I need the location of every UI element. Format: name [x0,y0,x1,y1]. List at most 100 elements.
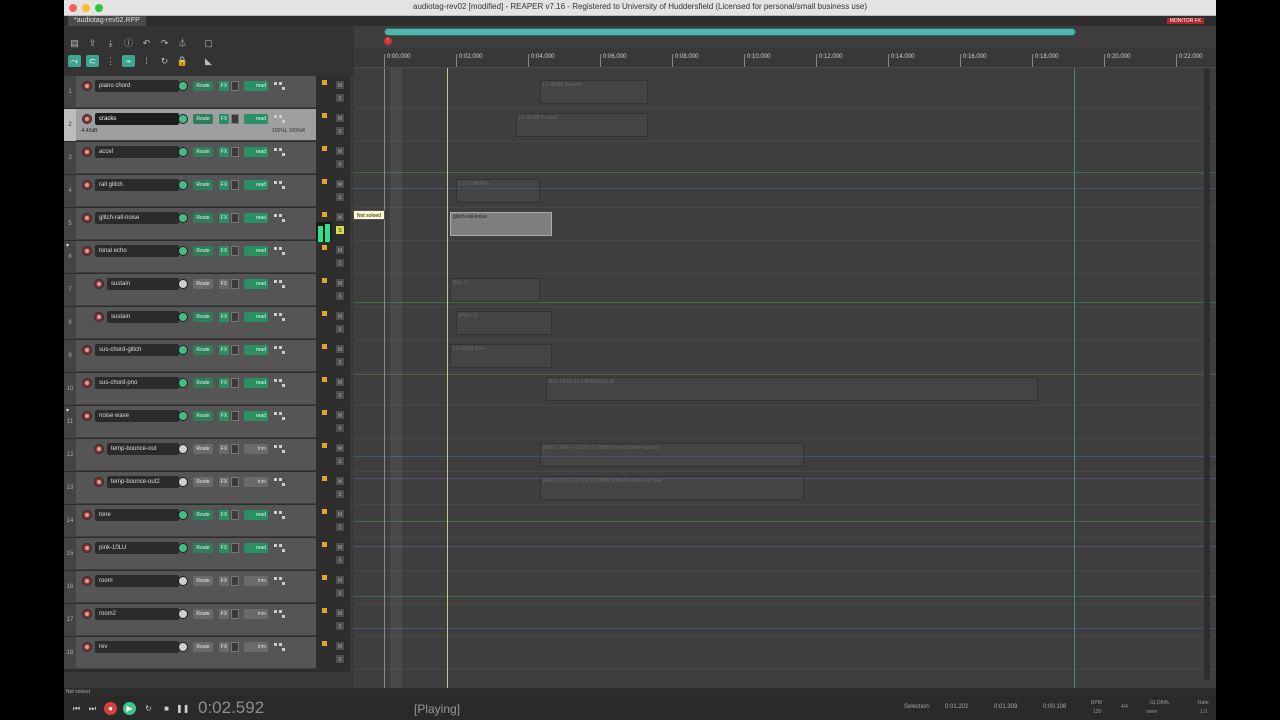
rate-value[interactable]: 1.0 [1200,709,1207,715]
route-button[interactable]: Route [193,609,213,619]
track-number[interactable]: 9 [64,340,76,372]
track-lane[interactable] [354,109,1216,142]
route-button[interactable]: Route [193,312,213,322]
automation-mode-button[interactable]: read [244,180,268,190]
route-button[interactable]: Route [193,81,213,91]
track-number[interactable]: 16 [64,571,76,603]
io-icon[interactable] [274,181,286,191]
io-icon[interactable] [274,313,286,323]
mute-button[interactable]: M [335,608,345,618]
route-button[interactable]: Route [193,477,213,487]
io-icon[interactable] [274,412,286,422]
fx-bypass-button[interactable] [231,279,239,289]
volume-knob[interactable] [178,477,188,487]
volume-knob[interactable] [178,279,188,289]
automation-mode-button[interactable]: read [244,114,268,124]
record-arm-button[interactable] [82,576,92,586]
route-button[interactable]: Route [193,378,213,388]
automation-mode-button[interactable]: trim [244,642,268,652]
automation-mode-button[interactable]: read [244,147,268,157]
io-icon[interactable] [274,610,286,620]
record-arm-button[interactable] [94,444,104,454]
track-row[interactable]: 1 piano chord Route FX read [64,76,316,108]
fx-button[interactable]: FX [219,312,229,322]
automation-mode-button[interactable]: read [244,246,268,256]
loop-start-marker[interactable]: ! [384,37,392,45]
io-icon[interactable] [274,280,286,290]
track-name[interactable]: glitch-rall-noise [95,212,179,224]
track-number[interactable]: 1 [64,76,76,108]
track-lane[interactable] [354,76,1216,109]
io-icon[interactable] [274,379,286,389]
record-arm-button[interactable] [82,378,92,388]
record-arm-button[interactable] [82,543,92,553]
folder-collapse-icon[interactable]: ▾ [66,243,74,249]
solo-button[interactable]: S [335,291,345,301]
solo-button[interactable]: S [335,357,345,367]
trim-icon[interactable]: ◣ [202,55,215,67]
track-row[interactable]: 6 ▾ tonal echo Route FX read [64,241,316,273]
track-lane[interactable] [354,571,1216,604]
fx-bypass-button[interactable] [231,246,239,256]
fx-bypass-button[interactable] [231,213,239,223]
solo-button[interactable]: S [335,93,345,103]
io-icon[interactable] [274,148,286,158]
project-settings-icon[interactable]: ⓘ [122,37,135,49]
media-item[interactable]: [-4.09dB] Rec- [449,344,552,368]
track-number[interactable]: 2 [64,109,76,141]
automation-mode-button[interactable]: read [244,345,268,355]
route-button[interactable]: Route [193,510,213,520]
mute-button[interactable]: M [335,410,345,420]
automation-mode-button[interactable]: read [244,312,268,322]
track-name[interactable]: sustain [107,311,179,323]
metronome-icon[interactable]: ⏃ [176,37,189,49]
volume-knob[interactable] [178,609,188,619]
record-arm-button[interactable] [94,477,104,487]
track-name[interactable]: temp-bounce-out [107,443,179,455]
track-row[interactable]: 12 temp-bounce-out Route FX trim [64,439,316,471]
automation-mode-button[interactable]: read [244,411,268,421]
track-name[interactable]: accel [95,146,179,158]
track-name[interactable]: rall glitch [95,179,179,191]
automation-mode-button[interactable]: trim [244,477,268,487]
route-button[interactable]: Route [193,114,213,124]
media-item[interactable]: [Rate 1.000 (+10.19) v1.00dB] temp-bounc… [539,443,804,467]
volume-knob[interactable] [178,576,188,586]
ripple-icon[interactable]: ⤳ [68,55,81,67]
fx-bypass-button[interactable] [231,114,239,124]
volume-knob[interactable] [178,642,188,652]
envelope-lock-icon[interactable]: ⌁ [122,55,135,67]
undo-icon[interactable]: ↶ [140,37,153,49]
fx-bypass-button[interactable] [231,345,239,355]
automation-mode-button[interactable]: read [244,279,268,289]
track-row[interactable]: 10 sus-chord-pno Route FX read [64,373,316,405]
track-row[interactable]: 15 pink-10LU Route FX read [64,538,316,570]
automation-mode-button[interactable]: read [244,510,268,520]
fx-button[interactable]: FX [219,378,229,388]
route-button[interactable]: Route [193,642,213,652]
track-lane[interactable] [354,406,1216,439]
fx-button[interactable]: FX [219,477,229,487]
solo-button[interactable]: S [335,489,345,499]
media-item[interactable]: glitch-rall-noise. [449,212,552,236]
route-button[interactable]: Route [193,345,213,355]
solo-button[interactable]: S [335,555,345,565]
lock-icon[interactable]: 🔒 [176,55,189,67]
automation-mode-button[interactable]: read [244,213,268,223]
volume-knob[interactable] [178,378,188,388]
track-name[interactable]: tonal echo [95,245,179,257]
track-name[interactable]: temp-bounce-out2 [107,476,179,488]
io-icon[interactable] [274,346,286,356]
fx-button[interactable]: FX [219,543,229,553]
time-signature[interactable]: 4/4 [1121,704,1128,710]
record-arm-button[interactable] [82,114,92,124]
io-icon[interactable] [274,577,286,587]
selection-end[interactable]: 0:01.309 [994,704,1017,710]
fx-bypass-button[interactable] [231,444,239,454]
fx-button[interactable]: FX [219,147,229,157]
mute-button[interactable]: M [335,245,345,255]
route-button[interactable]: Route [193,411,213,421]
go-to-start-icon[interactable]: ⏮ [70,702,83,715]
project-tab[interactable]: *audiotag-rev02.RPP [68,16,146,26]
record-button[interactable]: ● [104,702,117,715]
